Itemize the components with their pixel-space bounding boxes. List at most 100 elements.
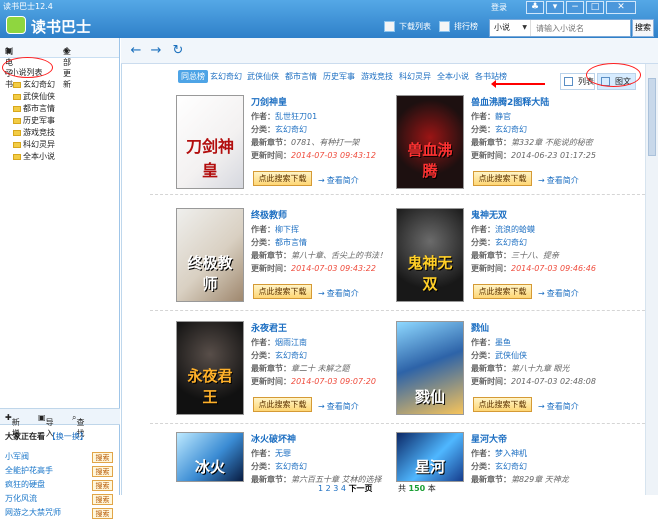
refresh-icon[interactable]: ↻ <box>171 44 185 58</box>
author-link[interactable]: 流浪的蛤蟆 <box>495 225 535 234</box>
reading-search-button[interactable]: 搜索 <box>92 508 113 519</box>
reading-book-link[interactable]: 小军阀 <box>5 452 29 461</box>
update-date: 2014-07-03 02:48:08 <box>511 377 596 386</box>
page-link[interactable]: 3 <box>333 484 338 493</box>
tab-lishi[interactable]: 历史军事 <box>323 71 355 82</box>
category-label: 分类： <box>251 125 275 134</box>
maximize-icon[interactable]: □ <box>586 1 604 14</box>
category-link[interactable]: 武侠仙侠 <box>495 351 527 360</box>
reading-search-button[interactable]: 搜索 <box>92 494 113 505</box>
download-button[interactable]: 点此搜索下载 <box>253 284 312 299</box>
scroll-thumb[interactable] <box>648 78 656 156</box>
brief-link[interactable]: 查看简介 <box>318 175 359 186</box>
book-card: 永夜君王 永夜君王 作者：烟雨江南 分类：玄幻奇幻 最新章节：章二十 未解之题 … <box>176 321 406 421</box>
brief-link[interactable]: 查看简介 <box>538 401 579 412</box>
category-link[interactable]: 玄幻奇幻 <box>495 125 527 134</box>
category-link[interactable]: 玄幻奇幻 <box>495 238 527 247</box>
category-quanben[interactable]: 全本小说 <box>13 151 55 162</box>
page-link[interactable]: 1 <box>318 484 323 493</box>
book-cover[interactable]: 刀剑神皇 <box>176 95 244 189</box>
brief-link[interactable]: 查看简介 <box>318 401 359 412</box>
book-title-link[interactable]: 兽血沸腾2图释大陆 <box>471 95 549 108</box>
category-link[interactable]: 玄幻奇幻 <box>495 462 527 471</box>
reading-book-link[interactable]: 疯狂的硬盘 <box>5 480 45 489</box>
download-button[interactable]: 点此搜索下载 <box>473 171 532 186</box>
search-button[interactable]: 搜索 <box>632 19 654 37</box>
category-link[interactable]: 玄幻奇幻 <box>275 462 307 471</box>
download-button[interactable]: 点此搜索下载 <box>253 171 312 186</box>
reading-book-link[interactable]: 网游之大禁咒师 <box>5 508 61 517</box>
reading-search-button[interactable]: 搜索 <box>92 480 113 491</box>
download-list-button[interactable]: 下载列表 <box>384 17 431 36</box>
category-kehuan[interactable]: 科幻灵异 <box>13 139 55 150</box>
tab-xuanhuan[interactable]: 玄幻奇幻 <box>210 71 242 82</box>
author-link[interactable]: 柳下挥 <box>275 225 299 234</box>
category-lishi[interactable]: 历史军事 <box>13 115 55 126</box>
book-title-link[interactable]: 永夜君王 <box>251 321 287 334</box>
author-link[interactable]: 无罪 <box>275 449 291 458</box>
book-cover[interactable]: 终极教师 <box>176 208 244 302</box>
book-cover[interactable]: 冰火 <box>176 432 244 482</box>
back-arrow-icon[interactable]: ← <box>129 44 143 58</box>
search-type-select[interactable]: 小说 <box>490 20 531 36</box>
import-button[interactable]: ▣ 导入 <box>38 413 54 438</box>
skin-icon[interactable]: ♣ <box>526 1 544 14</box>
tab-dushi[interactable]: 都市言情 <box>285 71 317 82</box>
page-link[interactable]: 2 <box>326 484 331 493</box>
category-link[interactable]: 都市言情 <box>275 238 307 247</box>
forward-arrow-icon[interactable]: → <box>149 44 163 58</box>
category-wuxia[interactable]: 武侠仙侠 <box>13 91 55 102</box>
author-link[interactable]: 墨鱼 <box>495 338 511 347</box>
vertical-scrollbar[interactable] <box>645 64 658 495</box>
add-button[interactable]: ✚ 新增 <box>5 413 20 438</box>
author-link[interactable]: 梦入神机 <box>495 449 527 458</box>
book-title-link[interactable]: 星河大帝 <box>471 432 507 445</box>
download-button[interactable]: 点此搜索下载 <box>473 284 532 299</box>
brief-link[interactable]: 查看简介 <box>538 175 579 186</box>
book-cover[interactable]: 永夜君王 <box>176 321 244 415</box>
author-link[interactable]: 烟雨江南 <box>275 338 307 347</box>
book-title-link[interactable]: 刀剑神皇 <box>251 95 287 108</box>
latest-label: 最新章节： <box>251 138 291 147</box>
rank-button[interactable]: 排行榜 <box>439 17 478 36</box>
book-cover[interactable]: 兽血沸腾 <box>396 95 464 189</box>
reading-book-link[interactable]: 全能护花高手 <box>5 466 53 475</box>
reading-search-button[interactable]: 搜索 <box>92 452 113 463</box>
book-title-link[interactable]: 鬼神无双 <box>471 208 507 221</box>
category-link[interactable]: 玄幻奇幻 <box>275 351 307 360</box>
next-page-link[interactable]: 下一页 <box>349 484 373 493</box>
category-link[interactable]: 玄幻奇幻 <box>275 125 307 134</box>
brief-link[interactable]: 查看简介 <box>318 288 359 299</box>
category-youxi[interactable]: 游戏竞技 <box>13 127 55 138</box>
tab-kehuan[interactable]: 科幻灵异 <box>399 71 431 82</box>
menu-icon[interactable]: ▾ <box>546 1 564 14</box>
book-cover[interactable]: 星河 <box>396 432 464 482</box>
reading-search-button[interactable]: 搜索 <box>92 466 113 477</box>
book-title-link[interactable]: 戮仙 <box>471 321 489 334</box>
page-link[interactable]: 4 <box>341 484 346 493</box>
reading-book-link[interactable]: 万化风流 <box>5 494 37 503</box>
swap-link[interactable]: 【换一换】 <box>48 432 88 441</box>
login-link[interactable]: 登录 <box>491 2 507 13</box>
tab-quanben[interactable]: 全本小说 <box>437 71 469 82</box>
author-link[interactable]: 乱世狂刀01 <box>275 112 317 121</box>
category-label: 分类： <box>471 125 495 134</box>
author-link[interactable]: 静官 <box>495 112 511 121</box>
download-button[interactable]: 点此搜索下载 <box>473 397 532 412</box>
tab-total[interactable]: 同总榜 <box>178 70 208 83</box>
tab-youxi[interactable]: 游戏竞技 <box>361 71 393 82</box>
find-button[interactable]: ⌕ 查找 <box>72 413 84 438</box>
book-title-link[interactable]: 冰火破坏神 <box>251 432 296 445</box>
book-cover[interactable]: 鬼神无双 <box>396 208 464 302</box>
category-dushi[interactable]: 都市言情 <box>13 103 55 114</box>
brief-link[interactable]: 查看简介 <box>538 288 579 299</box>
category-xuanhuan[interactable]: 玄幻奇幻 <box>13 79 55 90</box>
book-title-link[interactable]: 终极教师 <box>251 208 287 221</box>
tab-wuxia[interactable]: 武侠仙侠 <box>247 71 279 82</box>
book-cover[interactable]: 戮仙 <box>396 321 464 415</box>
book-latest: 最新章节：第332章 不能说的秘密 <box>471 137 593 148</box>
minimize-icon[interactable]: − <box>566 1 584 14</box>
search-input[interactable] <box>534 20 629 36</box>
download-button[interactable]: 点此搜索下载 <box>253 397 312 412</box>
close-icon[interactable]: ✕ <box>606 1 636 14</box>
